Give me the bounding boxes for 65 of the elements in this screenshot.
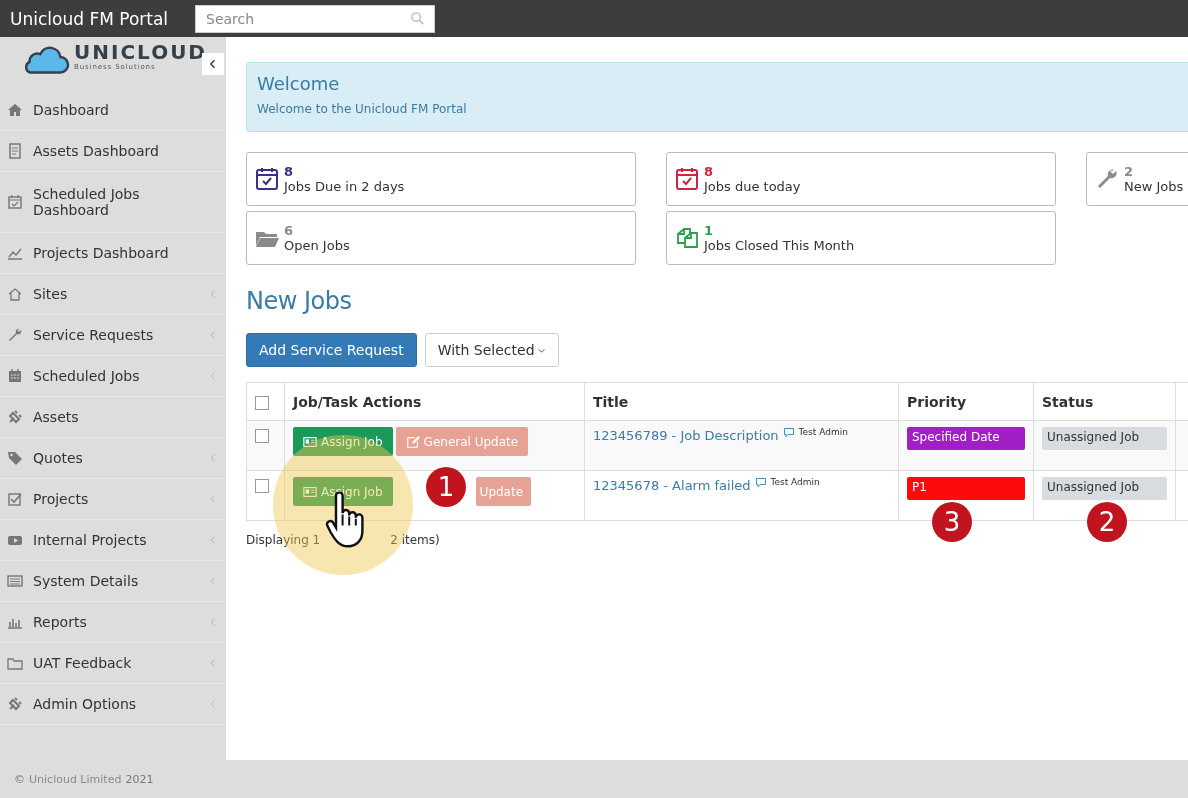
copy-icon <box>675 226 699 250</box>
comment-icon <box>782 427 795 439</box>
column-header: Priority <box>898 382 1034 421</box>
stat-card[interactable]: 1 Jobs Closed This Month <box>666 211 1056 265</box>
priority-tag: P1 <box>907 477 1025 500</box>
column-header: Status <box>1033 382 1176 421</box>
stat-count: 6 <box>284 223 295 238</box>
id-card-icon <box>303 484 317 499</box>
logo-name: UNICLOUD <box>74 41 207 63</box>
add-service-request-button[interactable]: Add Service Request <box>246 333 417 367</box>
stat-label: Jobs due today <box>704 179 801 194</box>
document-icon <box>7 143 23 159</box>
folder-icon <box>7 655 23 671</box>
welcome-title: Welcome <box>257 73 341 94</box>
stat-label: Jobs Due in 2 days <box>284 179 405 194</box>
status-tag: Unassigned Job <box>1042 427 1167 450</box>
collapse-button[interactable] <box>202 53 224 75</box>
pager-text: Displaying 1 <box>246 533 321 547</box>
column-header: Title <box>584 382 899 421</box>
tag-icon <box>7 450 23 466</box>
column-header: Job/Task Actions <box>284 382 585 421</box>
row-checkbox[interactable] <box>255 479 269 493</box>
calendar-icon <box>7 368 23 384</box>
plug-icon <box>7 409 23 425</box>
welcome-text: Welcome to the Unicloud FM Portal <box>257 102 468 116</box>
id-card-icon <box>303 434 317 449</box>
stat-card[interactable]: 6 Open Jobs <box>246 211 636 265</box>
stat-label: New Jobs <box>1124 179 1184 194</box>
sidebar-item[interactable]: System Details <box>0 561 226 602</box>
stat-label: Open Jobs <box>284 238 350 253</box>
home-icon <box>7 102 23 118</box>
select-all-checkbox[interactable] <box>255 395 269 410</box>
edit-icon <box>405 434 420 449</box>
stat-card[interactable]: 2 New Jobs <box>1086 152 1188 206</box>
author-label: Test Admin <box>798 427 848 437</box>
calendar-check-icon <box>675 167 699 191</box>
list-icon <box>7 573 23 589</box>
checkbox-icon <box>7 491 23 507</box>
author-label: Test Admin <box>770 477 820 487</box>
pager-text: 2 items) <box>390 533 440 547</box>
job-title-link[interactable]: 123456789 - Job Description <box>593 428 779 443</box>
stat-card[interactable]: 8 Jobs due today <box>666 152 1056 206</box>
stat-count: 1 <box>704 223 715 238</box>
wrench-icon <box>7 327 23 343</box>
house-outline-icon <box>7 286 23 302</box>
stat-count: 2 <box>1124 164 1135 179</box>
plug-icon <box>7 696 23 712</box>
priority-tag: Specified Date <box>907 427 1025 450</box>
comment-icon <box>754 477 767 489</box>
calendar-check-icon <box>7 194 23 210</box>
search-field[interactable]: Search <box>195 4 435 33</box>
with-selected-dropdown[interactable]: With Selected <box>424 333 559 367</box>
app-title: Unicloud FM Portal <box>9 8 170 29</box>
sidebar-item[interactable]: Scheduled Jobs <box>0 356 226 397</box>
copyright-text: © Unicloud Limited 2021 <box>14 772 154 786</box>
stat-card[interactable]: 8 Jobs Due in 2 days <box>246 152 636 206</box>
search-icon <box>410 10 425 26</box>
calendar-check-icon <box>255 167 279 191</box>
section-title: New Jobs <box>246 287 353 315</box>
stat-count: 8 <box>704 164 715 179</box>
job-title-link[interactable]: 12345678 - Alarm failed <box>593 478 751 493</box>
stat-count: 8 <box>284 164 295 179</box>
stat-label: Jobs Closed This Month <box>704 238 855 253</box>
status-tag: Unassigned Job <box>1042 477 1167 500</box>
row-checkbox[interactable] <box>255 429 269 443</box>
